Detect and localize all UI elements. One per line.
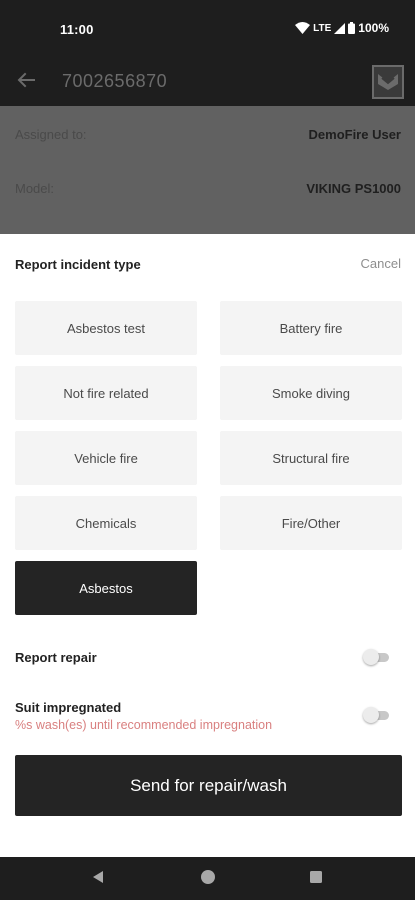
- circle-home-icon: [200, 869, 216, 890]
- toggle-thumb: [363, 707, 379, 723]
- incident-type-not-fire-related[interactable]: Not fire related: [15, 366, 197, 420]
- suit-impregnated-label: Suit impregnated: [15, 700, 122, 715]
- incident-type-asbestos-test[interactable]: Asbestos test: [15, 301, 197, 355]
- report-repair-label: Report repair: [15, 650, 97, 665]
- status-icons: LTE 100%: [295, 21, 389, 35]
- sheet-title: Report incident type: [15, 257, 141, 272]
- incident-type-vehicle-fire[interactable]: Vehicle fire: [15, 431, 197, 485]
- assigned-value: DemoFire User: [308, 127, 401, 142]
- assigned-label: Assigned to:: [15, 127, 87, 142]
- model-value: VIKING PS1000: [306, 181, 401, 196]
- impregnation-hint: %s wash(es) until recommended impregnati…: [15, 718, 273, 732]
- square-recents-icon: [309, 870, 323, 889]
- suit-impregnated-toggle[interactable]: [363, 707, 391, 723]
- nav-recents-button[interactable]: [306, 869, 326, 889]
- wifi-icon: [295, 22, 311, 34]
- page-title: 7002656870: [62, 71, 168, 91]
- back-button[interactable]: [14, 70, 38, 94]
- suit-info-panel: Assigned to: DemoFire User Model: VIKING…: [0, 106, 415, 234]
- model-row: Model: VIKING PS1000: [0, 162, 415, 214]
- cancel-button[interactable]: Cancel: [361, 256, 401, 271]
- arrow-left-icon: [17, 72, 35, 93]
- incident-type-smoke-diving[interactable]: Smoke diving: [220, 366, 402, 420]
- report-repair-toggle[interactable]: [363, 649, 391, 665]
- app-bar: 7002656870: [0, 58, 415, 106]
- model-label: Model:: [15, 181, 55, 196]
- incident-type-structural-fire[interactable]: Structural fire: [220, 431, 402, 485]
- battery-icon: [348, 22, 356, 34]
- status-time: 11:00: [60, 22, 94, 37]
- nav-home-button[interactable]: [198, 869, 218, 889]
- nav-back-button[interactable]: [88, 869, 108, 889]
- battery-level: 100%: [358, 21, 389, 35]
- incident-type-chemicals[interactable]: Chemicals: [15, 496, 197, 550]
- incident-type-asbestos[interactable]: Asbestos: [15, 561, 197, 615]
- status-bar: 11:00 LTE 100%: [0, 0, 415, 58]
- system-nav-bar: [0, 857, 415, 900]
- toggle-thumb: [363, 649, 379, 665]
- incident-type-battery-fire[interactable]: Battery fire: [220, 301, 402, 355]
- signal-icon: [334, 22, 346, 34]
- network-type: LTE: [313, 22, 332, 34]
- triangle-back-icon: [92, 870, 104, 889]
- report-incident-sheet: Report incident type Cancel Asbestos tes…: [0, 234, 415, 857]
- assigned-row: Assigned to: DemoFire User: [0, 108, 415, 160]
- company-logo: [372, 65, 404, 99]
- send-for-repair-button[interactable]: Send for repair/wash: [15, 755, 402, 816]
- incident-type-fire-other[interactable]: Fire/Other: [220, 496, 402, 550]
